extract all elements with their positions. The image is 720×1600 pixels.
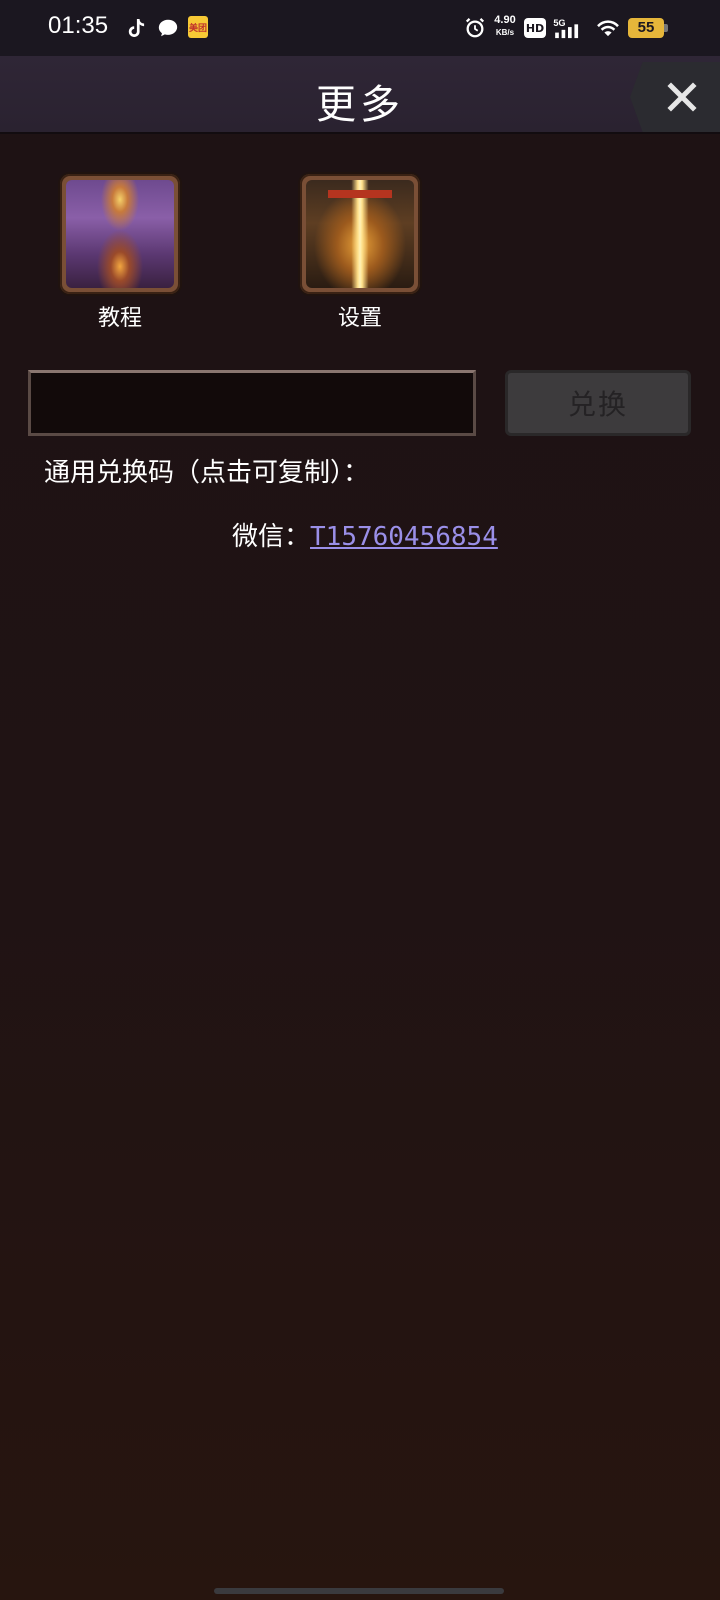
redeem-code-note: 通用兑换码（点击可复制）： [44, 458, 370, 488]
settings-art-gate [327, 190, 393, 198]
hd-badge: HD [524, 18, 546, 38]
battery-level: 55 [628, 18, 664, 38]
page-title: 更多 [316, 82, 404, 128]
alarm-icon [463, 16, 487, 40]
speed-unit: KB/s [495, 28, 515, 37]
close-icon [667, 82, 697, 112]
tutorial-tile[interactable]: 教程 [60, 174, 180, 331]
tiktok-icon [126, 16, 146, 40]
settings-icon [306, 180, 414, 288]
meituan-icon: 美团 [188, 16, 208, 38]
wechat-id-link[interactable]: T15760456854 [310, 522, 498, 552]
message-icon [156, 16, 180, 40]
wechat-contact: 微信：T15760456854 [232, 516, 498, 553]
tutorial-label: 教程 [97, 306, 142, 331]
wechat-label: 微信： [232, 522, 311, 552]
battery-icon [664, 24, 668, 32]
settings-tile[interactable]: 设置 [300, 174, 420, 331]
signal-icon: 5G [552, 16, 584, 40]
home-indicator[interactable] [214, 1588, 504, 1594]
close-button[interactable] [630, 62, 720, 132]
settings-label: 设置 [337, 306, 382, 331]
speed-value: 4.90 [494, 14, 516, 26]
wifi-icon [594, 16, 622, 40]
tutorial-icon [66, 180, 174, 288]
redeem-code-input[interactable] [28, 370, 476, 436]
redeem-button[interactable]: 兑换 [505, 370, 691, 436]
status-bar: 01:35 美团 4.90 KB/s HD 5G 55 [0, 0, 720, 56]
svg-text:5G: 5G [553, 18, 565, 28]
header-bar: 更多 [0, 56, 720, 134]
settings-frame [300, 174, 420, 294]
network-speed: 4.90 KB/s [490, 14, 520, 39]
status-time: 01:35 [48, 12, 109, 39]
tutorial-frame [60, 174, 180, 294]
